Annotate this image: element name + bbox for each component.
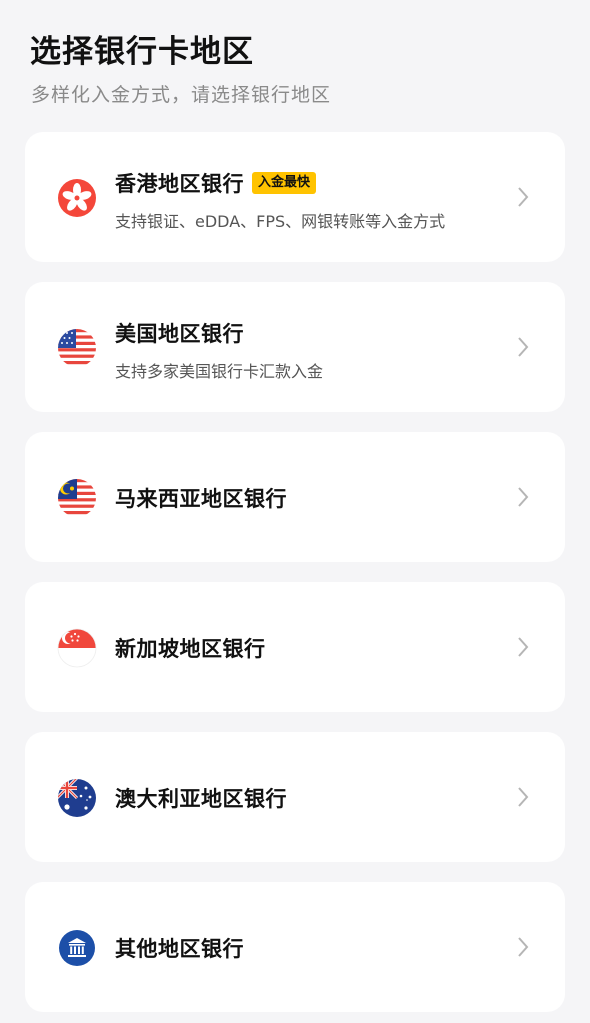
us-flag-icon — [57, 328, 97, 368]
region-card-singapore[interactable]: 新加坡地区银行 — [25, 582, 565, 712]
singapore-flag-icon — [57, 628, 97, 668]
region-title: 香港地区银行 — [115, 172, 244, 196]
region-title: 澳大利亚地区银行 — [115, 787, 287, 811]
chevron-right-icon — [517, 486, 529, 508]
region-title: 美国地区银行 — [115, 322, 244, 346]
hong-kong-flag-icon — [57, 178, 97, 218]
region-description: 支持银证、eDDA、FPS、网银转账等入金方式 — [115, 212, 446, 231]
region-title: 其他地区银行 — [115, 937, 244, 961]
region-card-malaysia[interactable]: 马来西亚地区银行 — [25, 432, 565, 562]
region-card-usa[interactable]: 美国地区银行 支持多家美国银行卡汇款入金 — [25, 282, 565, 412]
region-card-other[interactable]: 其他地区银行 — [25, 882, 565, 1012]
chevron-right-icon — [517, 936, 529, 958]
chevron-right-icon — [517, 636, 529, 658]
page-title: 选择银行卡地区 — [30, 34, 254, 70]
australia-flag-icon — [57, 778, 97, 818]
region-title: 马来西亚地区银行 — [115, 487, 287, 511]
malaysia-flag-icon — [57, 478, 97, 518]
bank-building-icon — [57, 928, 97, 968]
chevron-right-icon — [517, 786, 529, 808]
chevron-right-icon — [517, 186, 529, 208]
region-description: 支持多家美国银行卡汇款入金 — [115, 362, 324, 381]
fastest-deposit-badge: 入金最快 — [252, 172, 317, 194]
region-title: 新加坡地区银行 — [115, 637, 266, 661]
chevron-right-icon — [517, 336, 529, 358]
region-card-hong-kong[interactable]: 香港地区银行 入金最快 支持银证、eDDA、FPS、网银转账等入金方式 — [25, 132, 565, 262]
page-subtitle: 多样化入金方式，请选择银行地区 — [31, 84, 332, 106]
region-card-australia[interactable]: 澳大利亚地区银行 — [25, 732, 565, 862]
